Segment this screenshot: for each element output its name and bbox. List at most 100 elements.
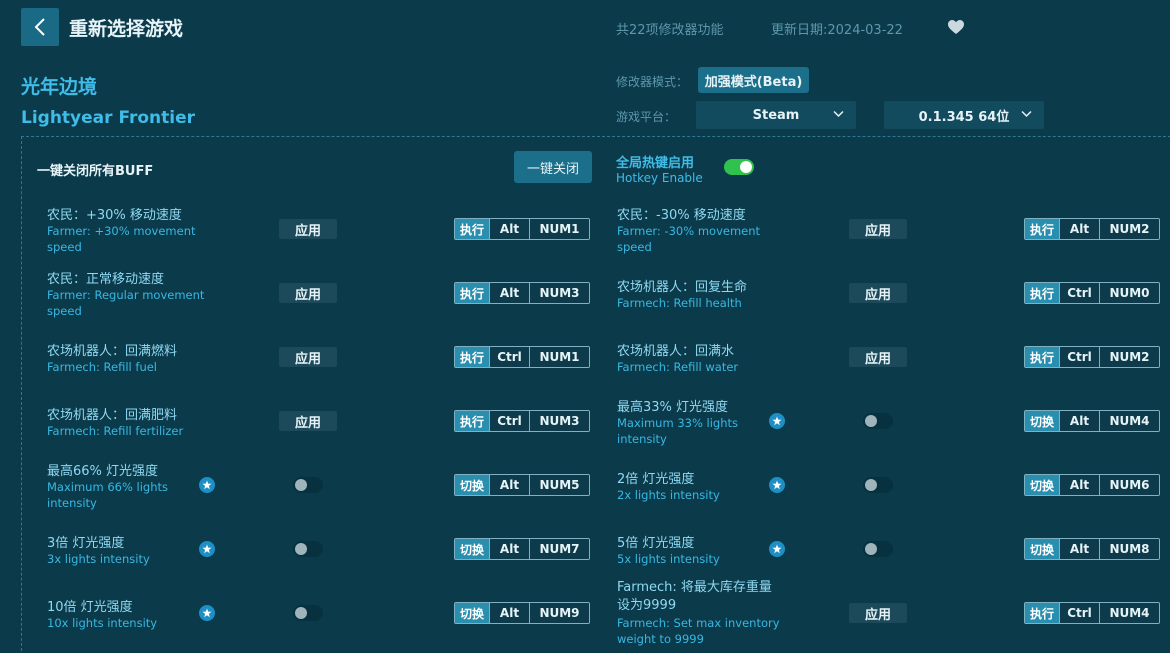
hotkey-action: 切换	[1025, 539, 1059, 559]
star-icon	[199, 605, 215, 621]
feature-toggle[interactable]	[863, 541, 893, 557]
feature-name-cn: 3倍 灯光强度	[47, 536, 125, 551]
close-all-button[interactable]: 一键关闭	[514, 151, 592, 183]
feature-name-en: Maximum 66% lights intensity	[47, 480, 169, 510]
hotkey-modifier: Ctrl	[489, 347, 529, 367]
apply-button[interactable]: 应用	[279, 347, 337, 367]
hotkey-action: 执行	[1025, 283, 1059, 303]
hotkey-modifier: Alt	[489, 475, 529, 495]
apply-button[interactable]: 应用	[849, 347, 907, 367]
feature-name-cn: 5倍 灯光强度	[617, 536, 695, 551]
feature-text: 2倍 灯光强度 2x lights intensity	[617, 468, 782, 503]
feature-name-en: 5x lights intensity	[617, 552, 720, 566]
version-select[interactable]: 0.1.345 64位	[884, 101, 1044, 129]
feature-name-en: Farmer: -30% movement speed	[617, 224, 761, 254]
hotkey-action: 切换	[1025, 475, 1059, 495]
feature-text: 农场机器人：回满肥料 Farmech: Refill fertilizer	[47, 404, 207, 439]
page-title: 重新选择游戏	[69, 18, 184, 40]
feature-toggle[interactable]	[293, 541, 323, 557]
hotkey-combo[interactable]: 切换 Alt NUM9	[454, 602, 590, 624]
feature-toggle[interactable]	[863, 413, 893, 429]
chevron-down-icon	[833, 110, 844, 118]
hotkey-enable-label-cn: 全局热键启用	[616, 156, 695, 171]
feature-name-en: 10x lights intensity	[47, 616, 158, 630]
hotkey-combo[interactable]: 执行 Ctrl NUM1	[454, 346, 590, 368]
feature-name-cn: 农场机器人：回满肥料	[47, 408, 178, 423]
hotkey-modifier: Ctrl	[1059, 603, 1099, 623]
chevron-down-icon	[1021, 110, 1032, 118]
hotkey-modifier: Ctrl	[1059, 283, 1099, 303]
feature-name-en: Farmech: Set max inventory weight to 999…	[617, 616, 780, 646]
apply-button[interactable]: 应用	[279, 219, 337, 239]
feature-name-cn: 最高66% 灯光强度	[47, 464, 159, 479]
apply-button[interactable]: 应用	[849, 283, 907, 303]
feature-text: 最高33% 灯光强度 Maximum 33% lights intensity	[617, 396, 782, 447]
close-all-label: 一键关闭所有BUFF	[37, 164, 154, 179]
apply-button[interactable]: 应用	[849, 603, 907, 623]
hotkey-combo[interactable]: 切换 Alt NUM7	[454, 538, 590, 560]
feature-name-cn: 2倍 灯光强度	[617, 472, 695, 487]
mode-label: 修改器模式：	[616, 75, 689, 89]
feature-text: 农场机器人：回满燃料 Farmech: Refill fuel	[47, 340, 207, 375]
feature-text: 最高66% 灯光强度 Maximum 66% lights intensity	[47, 460, 207, 511]
version-value: 0.1.345 64位	[918, 109, 1010, 125]
feature-text: 农场机器人：回复生命 Farmech: Refill health	[617, 276, 782, 311]
feature-name-en: Farmech: Refill health	[617, 296, 742, 310]
feature-toggle[interactable]	[293, 477, 323, 493]
platform-label: 游戏平台：	[616, 110, 677, 124]
hotkey-combo[interactable]: 执行 Ctrl NUM2	[1024, 346, 1160, 368]
hotkey-combo[interactable]: 执行 Alt NUM1	[454, 218, 590, 240]
feature-toggle[interactable]	[863, 477, 893, 493]
apply-button[interactable]: 应用	[279, 411, 337, 431]
hotkey-action: 执行	[455, 411, 489, 431]
feature-text: 农场机器人：回满水 Farmech: Refill water	[617, 340, 782, 375]
hotkey-modifier: Ctrl	[489, 411, 529, 431]
feature-name-cn: 最高33% 灯光强度	[617, 400, 729, 415]
hotkey-key: NUM1	[529, 347, 589, 367]
feature-text: 农民：+30% 移动速度 Farmer: +30% movement speed	[47, 204, 207, 255]
feature-text: 3倍 灯光强度 3x lights intensity	[47, 532, 207, 567]
back-button[interactable]	[21, 8, 59, 46]
feature-name-cn: Farmech: 将最大库存重量设为9999	[617, 580, 772, 613]
apply-button[interactable]: 应用	[849, 219, 907, 239]
hotkey-modifier: Alt	[1059, 539, 1099, 559]
apply-button[interactable]: 应用	[279, 283, 337, 303]
hotkey-modifier: Alt	[489, 539, 529, 559]
feature-toggle[interactable]	[293, 605, 323, 621]
hotkey-action: 切换	[1025, 411, 1059, 431]
hotkey-key: NUM2	[1099, 347, 1159, 367]
hotkey-combo[interactable]: 执行 Ctrl NUM0	[1024, 282, 1160, 304]
hotkey-enable-toggle[interactable]	[724, 159, 754, 175]
mode-badge[interactable]: 加强模式(Beta)	[698, 67, 809, 93]
hotkey-key: NUM7	[529, 539, 589, 559]
feature-text: Farmech: 将最大库存重量设为9999 Farmech: Set max i…	[617, 579, 782, 647]
game-name-cn: 光年边境	[21, 76, 98, 98]
hotkey-combo[interactable]: 执行 Alt NUM2	[1024, 218, 1160, 240]
platform-select[interactable]: Steam	[696, 101, 856, 129]
heart-icon[interactable]	[947, 19, 965, 35]
hotkey-combo[interactable]: 切换 Alt NUM8	[1024, 538, 1160, 560]
hotkey-modifier: Alt	[489, 603, 529, 623]
feature-name-en: Farmer: Regular movement speed	[47, 288, 205, 318]
hotkey-combo[interactable]: 执行 Alt NUM3	[454, 282, 590, 304]
game-name-en: Lightyear Frontier	[21, 108, 196, 128]
hotkey-action: 执行	[1025, 603, 1059, 623]
update-date: 更新日期:2024-03-22	[771, 23, 903, 38]
hotkey-action: 执行	[455, 219, 489, 239]
hotkey-combo[interactable]: 切换 Alt NUM6	[1024, 474, 1160, 496]
feature-count: 共22项修改器功能	[616, 23, 724, 38]
hotkey-key: NUM4	[1099, 411, 1159, 431]
hotkey-action: 切换	[455, 475, 489, 495]
hotkey-modifier: Ctrl	[1059, 347, 1099, 367]
hotkey-combo[interactable]: 切换 Alt NUM5	[454, 474, 590, 496]
hotkey-combo[interactable]: 执行 Ctrl NUM4	[1024, 602, 1160, 624]
feature-name-en: 3x lights intensity	[47, 552, 150, 566]
hotkey-modifier: Alt	[1059, 411, 1099, 431]
hotkey-combo[interactable]: 执行 Ctrl NUM3	[454, 410, 590, 432]
chevron-left-icon	[34, 18, 45, 36]
hotkey-key: NUM6	[1099, 475, 1159, 495]
hotkey-enable-label-en: Hotkey Enable	[616, 171, 703, 185]
hotkey-combo[interactable]: 切换 Alt NUM4	[1024, 410, 1160, 432]
feature-name-cn: 农场机器人：回满燃料	[47, 344, 178, 359]
hotkey-action: 切换	[455, 603, 489, 623]
